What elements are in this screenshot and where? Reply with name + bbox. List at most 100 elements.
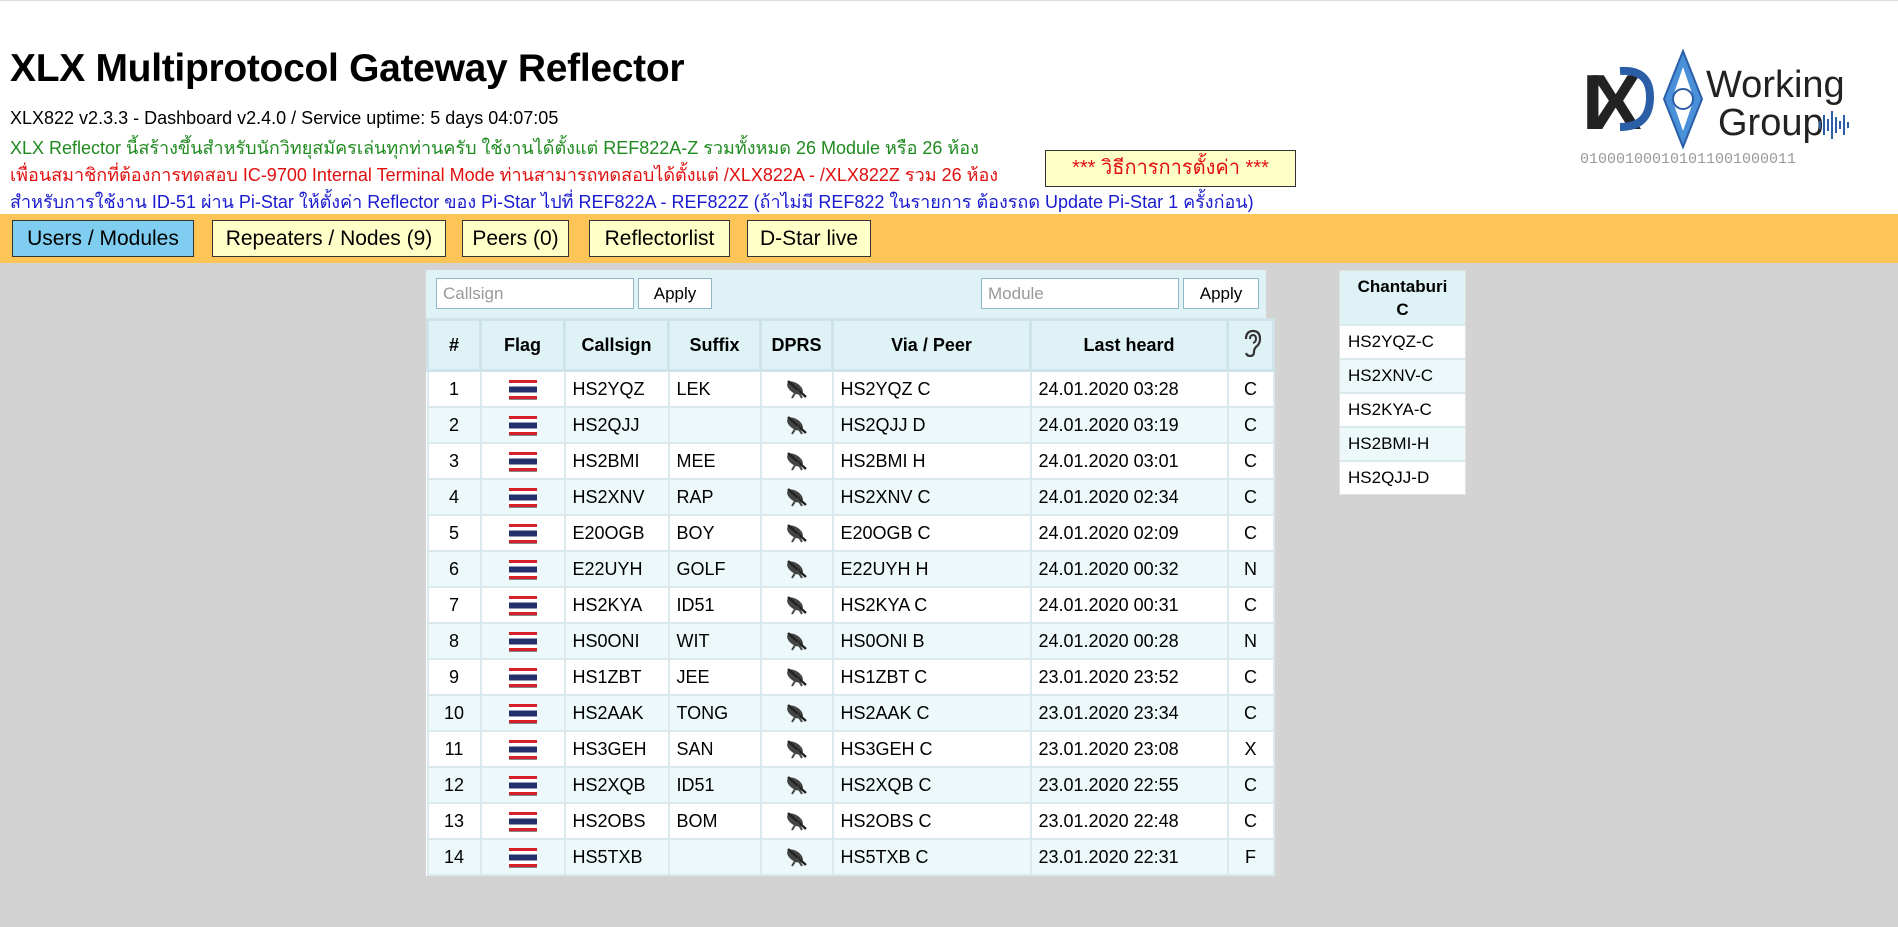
row-callsign[interactable]: HS2QJJ	[563, 406, 670, 444]
satellite-dish-icon[interactable]	[784, 378, 810, 400]
thailand-flag-icon[interactable]	[508, 776, 537, 796]
row-callsign[interactable]: HS2YQZ	[563, 369, 670, 408]
thailand-flag-icon[interactable]	[508, 560, 537, 580]
row-last-heard: 24.01.2020 00:32	[1029, 550, 1229, 588]
callsign-apply-button[interactable]: Apply	[638, 278, 712, 309]
thailand-flag-icon[interactable]	[508, 812, 537, 832]
thailand-flag-icon[interactable]	[508, 668, 537, 688]
col-module	[1226, 318, 1275, 372]
satellite-dish-icon[interactable]	[784, 666, 810, 688]
table-row: 11 HS3GEH SAN HS3GEH C 23.01.2020 23:08 X	[426, 730, 1275, 768]
callsign-filter-input[interactable]	[436, 278, 634, 309]
module-user-item[interactable]: HS2KYA-C	[1340, 392, 1465, 426]
howto-button[interactable]: *** วิธีการการตั้งค่า ***	[1045, 150, 1296, 187]
thailand-flag-icon[interactable]	[508, 704, 537, 724]
row-callsign[interactable]: HS2KYA	[563, 586, 670, 624]
satellite-dish-icon[interactable]	[784, 810, 810, 832]
thailand-flag-icon[interactable]	[508, 380, 537, 400]
thailand-flag-icon[interactable]	[508, 488, 537, 508]
row-callsign[interactable]: HS2AAK	[563, 694, 670, 732]
satellite-dish-icon[interactable]	[784, 522, 810, 544]
row-callsign[interactable]: HS3GEH	[563, 730, 670, 768]
dprs-cell	[759, 478, 834, 516]
tab-users-modules[interactable]: Users / Modules	[12, 220, 194, 257]
thailand-flag-icon[interactable]	[508, 524, 537, 544]
row-module: C	[1226, 514, 1275, 552]
row-number: 6	[426, 550, 482, 588]
row-number: 3	[426, 442, 482, 480]
row-callsign[interactable]: E20OGB	[563, 514, 670, 552]
page-title: XLX Multiprotocol Gateway Reflector	[10, 47, 685, 90]
info-text-green: XLX Reflector นี้สร้างขึ้นสำหรับนักวิทยุ…	[10, 138, 979, 158]
satellite-dish-icon[interactable]	[784, 738, 810, 760]
tab-repeaters-nodes[interactable]: Repeaters / Nodes (9)	[212, 220, 446, 257]
row-callsign[interactable]: HS0ONI	[563, 622, 670, 660]
satellite-dish-icon[interactable]	[784, 414, 810, 436]
thailand-flag-icon[interactable]	[508, 596, 537, 616]
row-callsign[interactable]: HS2XQB	[563, 766, 670, 804]
row-callsign[interactable]: E22UYH	[563, 550, 670, 588]
dprs-cell	[759, 442, 834, 480]
row-via-peer: HS2YQZ C	[831, 369, 1032, 408]
tab-reflectorlist[interactable]: Reflectorlist	[589, 220, 730, 257]
dprs-cell	[759, 550, 834, 588]
row-callsign[interactable]: HS2BMI	[563, 442, 670, 480]
module-filter-input[interactable]	[981, 278, 1179, 309]
row-number: 1	[426, 369, 482, 408]
row-number: 4	[426, 478, 482, 516]
module-user-item[interactable]: HS2XNV-C	[1340, 358, 1465, 392]
ear-icon	[1244, 329, 1261, 357]
row-callsign[interactable]: HS5TXB	[563, 838, 670, 876]
thailand-flag-icon[interactable]	[508, 416, 537, 436]
row-last-heard: 24.01.2020 03:28	[1029, 369, 1229, 408]
satellite-dish-icon[interactable]	[784, 558, 810, 580]
flag-cell	[479, 694, 566, 732]
row-number: 12	[426, 766, 482, 804]
row-module: C	[1226, 586, 1275, 624]
thailand-flag-icon[interactable]	[508, 632, 537, 652]
module-panel-title: Chantaburi	[1357, 277, 1448, 296]
module-user-item[interactable]: HS2QJJ-D	[1340, 460, 1465, 494]
thailand-flag-icon[interactable]	[508, 452, 537, 472]
satellite-dish-icon[interactable]	[784, 846, 810, 868]
col-flag: Flag	[479, 318, 566, 372]
satellite-dish-icon[interactable]	[784, 486, 810, 508]
row-last-heard: 23.01.2020 22:31	[1029, 838, 1229, 876]
xlx-working-group-logo: IX Working Group 01000100010101100100001…	[1580, 49, 1849, 168]
row-via-peer: E22UYH H	[831, 550, 1032, 588]
module-user-list: HS2YQZ-C HS2XNV-C HS2KYA-C HS2BMI-H HS2QJJ-D	[1340, 324, 1465, 494]
row-suffix: WIT	[667, 622, 762, 660]
satellite-dish-icon[interactable]	[784, 774, 810, 796]
row-callsign[interactable]: HS1ZBT	[563, 658, 670, 696]
satellite-dish-icon[interactable]	[784, 450, 810, 472]
row-callsign[interactable]: HS2XNV	[563, 478, 670, 516]
row-number: 9	[426, 658, 482, 696]
row-suffix: BOM	[667, 802, 762, 840]
row-callsign[interactable]: HS2OBS	[563, 802, 670, 840]
row-suffix: GOLF	[667, 550, 762, 588]
row-number: 8	[426, 622, 482, 660]
tab-dstar-live[interactable]: D-Star live	[747, 220, 871, 257]
flag-cell	[479, 838, 566, 876]
table-row: 9 HS1ZBT JEE HS1ZBT C 23.01.2020 23:52 C	[426, 658, 1275, 696]
tab-peers[interactable]: Peers (0)	[462, 220, 569, 257]
row-suffix: RAP	[667, 478, 762, 516]
row-number: 10	[426, 694, 482, 732]
satellite-dish-icon[interactable]	[784, 702, 810, 724]
flag-cell	[479, 622, 566, 660]
nav-bar: Users / Modules Repeaters / Nodes (9) Pe…	[0, 214, 1898, 263]
row-suffix	[667, 406, 762, 444]
satellite-dish-icon[interactable]	[784, 630, 810, 652]
row-via-peer: HS2QJJ D	[831, 406, 1032, 444]
col-number: #	[426, 318, 482, 372]
row-via-peer: HS1ZBT C	[831, 658, 1032, 696]
flag-cell	[479, 802, 566, 840]
module-user-item[interactable]: HS2BMI-H	[1340, 426, 1465, 460]
row-module: C	[1226, 442, 1275, 480]
thailand-flag-icon[interactable]	[508, 740, 537, 760]
module-user-item[interactable]: HS2YQZ-C	[1340, 324, 1465, 358]
module-apply-button[interactable]: Apply	[1183, 278, 1259, 309]
row-module: N	[1226, 622, 1275, 660]
satellite-dish-icon[interactable]	[784, 594, 810, 616]
thailand-flag-icon[interactable]	[508, 848, 537, 868]
